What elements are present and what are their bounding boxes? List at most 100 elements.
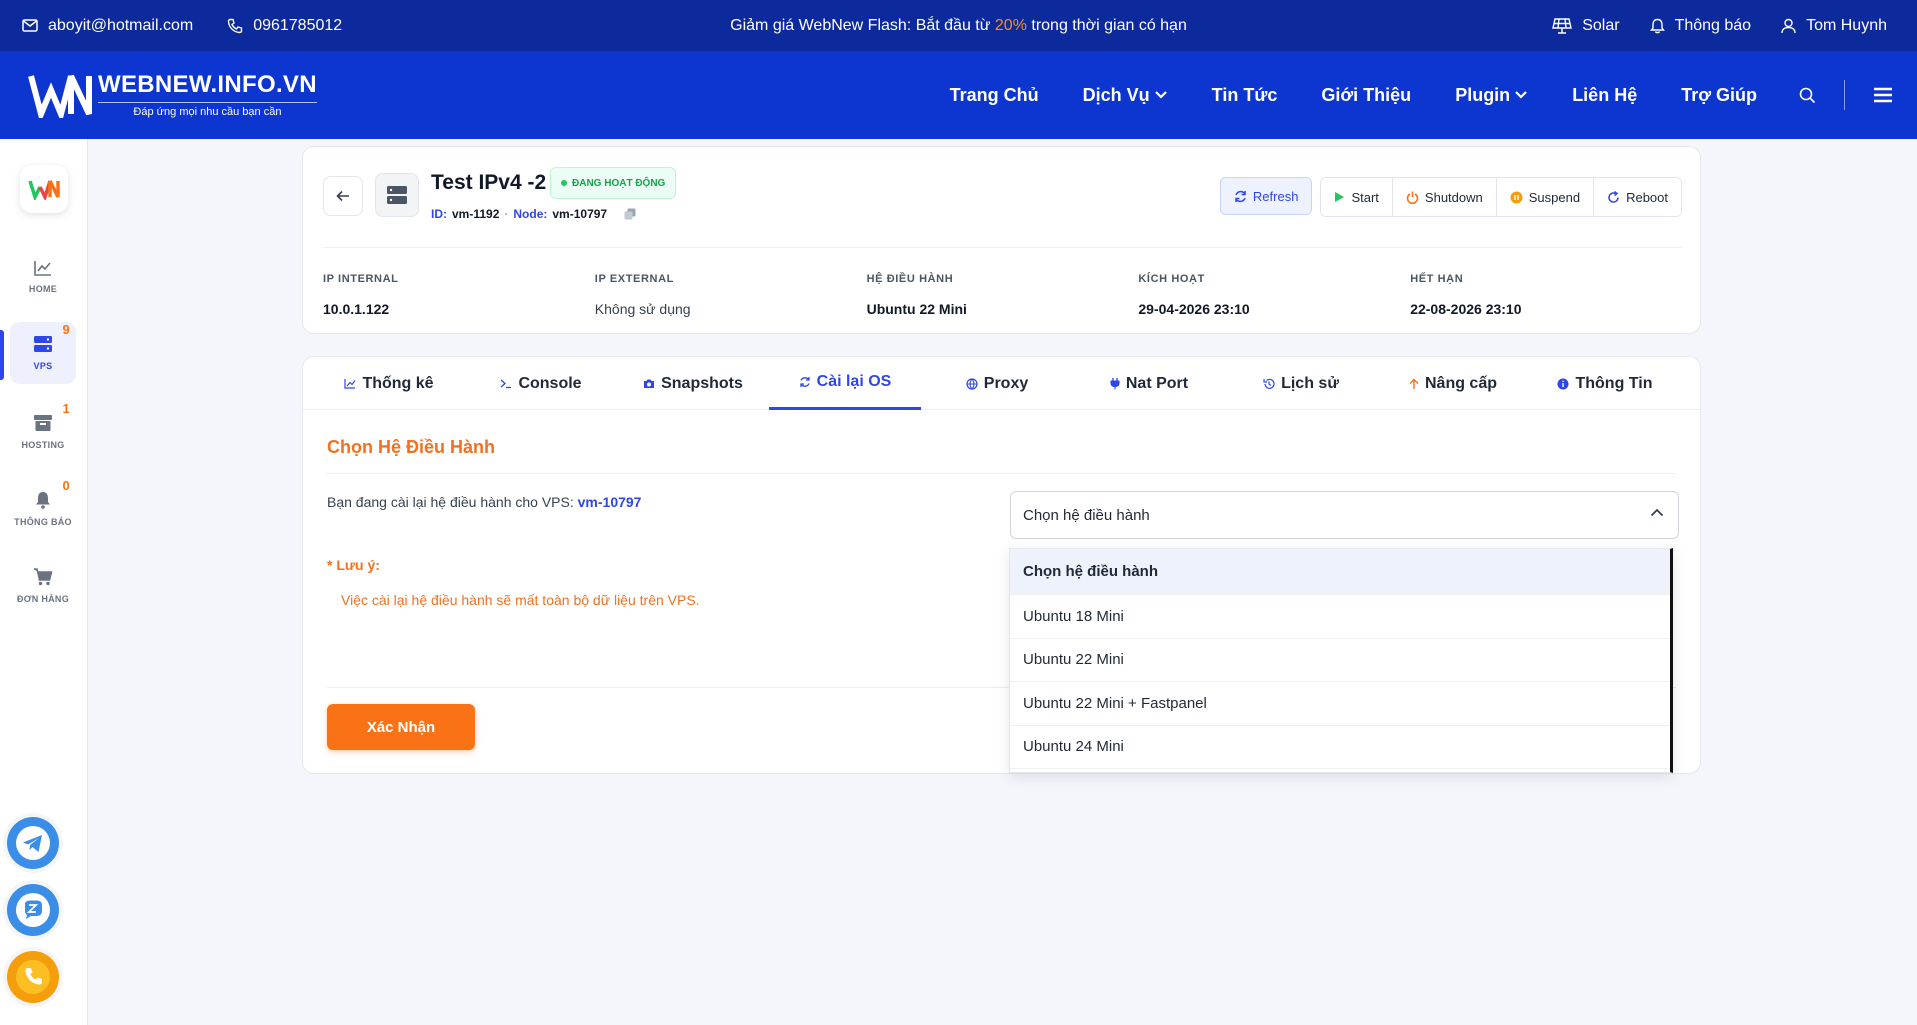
- sidebar-item-home[interactable]: HOME: [10, 246, 76, 308]
- nav-dich-vu[interactable]: Dịch Vụ: [1083, 85, 1168, 106]
- sidebar-label: VPS: [33, 361, 53, 371]
- note-text: Việc cài lại hệ điều hành sẽ mất toàn bộ…: [341, 592, 700, 608]
- back-button[interactable]: [323, 176, 363, 216]
- dropdown-scrollbar[interactable]: [1670, 709, 1673, 773]
- confirm-button[interactable]: Xác Nhận: [327, 704, 475, 750]
- promo-highlight: 20%: [994, 16, 1027, 34]
- power-button-group: Start Shutdown Suspend Reboot: [1320, 177, 1682, 217]
- reinstall-description: Bạn đang cài lại hệ điều hành cho VPS: v…: [327, 494, 641, 510]
- tab-label: Lịch sử: [1281, 374, 1339, 392]
- status-dot: [561, 180, 567, 186]
- node-label: Node:: [513, 207, 548, 221]
- os-option-ubuntu-22-mini[interactable]: Ubuntu 22 Mini: [1010, 639, 1670, 682]
- tab-label: Snapshots: [661, 374, 743, 392]
- sidebar-logo[interactable]: [20, 165, 68, 213]
- nav-trang-chu[interactable]: Trang Chủ: [950, 85, 1039, 106]
- nav-label: Giới Thiệu: [1321, 84, 1412, 105]
- info-label: KÍCH HOẠT: [1138, 273, 1205, 285]
- copy-icon[interactable]: [624, 208, 636, 220]
- start-button[interactable]: Start: [1321, 178, 1393, 216]
- vm-name: Test IPv4 -2: [431, 171, 547, 194]
- reboot-button[interactable]: Reboot: [1594, 178, 1681, 216]
- phone-contact[interactable]: 0961785012: [227, 17, 342, 35]
- pause-circle-icon: [1510, 191, 1523, 203]
- id-label: ID:: [431, 207, 447, 221]
- tab-label: Nâng cấp: [1424, 374, 1497, 392]
- hamburger-menu-icon[interactable]: [1873, 87, 1893, 103]
- notifications-label: Thông báo: [1674, 16, 1752, 34]
- tab-upgrade[interactable]: Nâng cấp: [1377, 357, 1529, 410]
- phone-icon: [227, 18, 243, 33]
- solar-link[interactable]: Solar: [1552, 17, 1620, 35]
- user-icon: [1781, 18, 1796, 33]
- zalo-button[interactable]: [7, 884, 59, 936]
- user-menu[interactable]: Tom Huynh: [1781, 17, 1887, 35]
- os-option-placeholder[interactable]: Chọn hệ điều hành: [1010, 549, 1670, 595]
- os-option-ubuntu-22-mini-fastpanel[interactable]: Ubuntu 22 Mini + Fastpanel: [1010, 682, 1670, 726]
- arrow-up-icon: [1409, 378, 1419, 389]
- vm-meta: ID: vm-1192 · Node: vm-10797: [431, 207, 636, 221]
- nav-lien-he[interactable]: Liên Hệ: [1572, 85, 1637, 106]
- email-contact[interactable]: aboyit@hotmail.com: [22, 17, 193, 35]
- tab-history[interactable]: Lịch sử: [1225, 357, 1377, 410]
- tab-console[interactable]: Console: [465, 357, 617, 410]
- tab-label: Thống kê: [362, 374, 434, 392]
- os-select[interactable]: Chọn hệ điều hành: [1010, 491, 1679, 539]
- tab-information[interactable]: Thông Tin: [1529, 357, 1681, 410]
- camera-icon: [644, 379, 655, 388]
- header-divider: [323, 247, 1682, 248]
- tab-reinstall-os[interactable]: Cài lại OS: [769, 357, 921, 410]
- tab-label: Console: [518, 374, 582, 392]
- info-ip-external: IP EXTERNAL Không sử dụng: [595, 273, 867, 317]
- sync-icon: [799, 377, 810, 387]
- tab-nat-port[interactable]: Nat Port: [1073, 357, 1225, 410]
- power-icon: [1406, 191, 1419, 204]
- info-value: 29-04-2026 23:10: [1138, 301, 1250, 317]
- tab-label: Nat Port: [1125, 374, 1189, 392]
- vm-node: vm-10797: [552, 207, 608, 221]
- tab-label: Proxy: [983, 374, 1029, 392]
- terminal-icon: [501, 379, 512, 389]
- arrow-left-icon: [336, 190, 349, 202]
- refresh-button[interactable]: Refresh: [1219, 177, 1313, 215]
- info-activated: KÍCH HOẠT 29-04-2026 23:10: [1138, 273, 1410, 317]
- phone-text: 0961785012: [253, 16, 343, 34]
- shutdown-label: Shutdown: [1424, 189, 1483, 205]
- sidebar-label: ĐƠN HÀNG: [16, 594, 70, 604]
- nav-label: Trợ Giúp: [1681, 84, 1757, 105]
- section-divider: [327, 473, 1676, 474]
- brand-logo[interactable]: WEBNEW.INFO.VN Đáp ứng mọi nhu cầu bạn c…: [28, 71, 317, 118]
- sidebar-item-notifications[interactable]: 0 THÔNG BÁO: [10, 478, 76, 540]
- reinstall-vps-id: vm-10797: [577, 494, 642, 510]
- sidebar-label: HOSTING: [21, 440, 65, 450]
- refresh-label: Refresh: [1252, 188, 1299, 204]
- nav-gioi-thieu[interactable]: Giới Thiệu: [1321, 85, 1411, 106]
- shutdown-button[interactable]: Shutdown: [1392, 178, 1497, 216]
- nav-label: Trang Chủ: [949, 84, 1039, 105]
- main-menu: Trang Chủ Dịch Vụ Tin Tức Giới Thiệu Plu…: [950, 51, 1757, 139]
- zalo-icon: [16, 893, 50, 927]
- sidebar-item-hosting[interactable]: 1 HOSTING: [10, 401, 76, 463]
- call-button[interactable]: [7, 951, 59, 1003]
- tab-snapshots[interactable]: Snapshots: [617, 357, 769, 410]
- history-icon: [1263, 378, 1275, 389]
- telegram-button[interactable]: [7, 817, 59, 869]
- nav-plugin[interactable]: Plugin: [1455, 85, 1528, 106]
- suspend-button[interactable]: Suspend: [1496, 178, 1595, 216]
- os-option-ubuntu-24-mini[interactable]: Ubuntu 24 Mini: [1010, 726, 1670, 769]
- suspend-label: Suspend: [1528, 189, 1581, 205]
- os-option-ubuntu-18-mini[interactable]: Ubuntu 18 Mini: [1010, 595, 1670, 639]
- notifications-link[interactable]: Thông báo: [1649, 16, 1752, 35]
- nav-tro-giup[interactable]: Trợ Giúp: [1681, 85, 1757, 106]
- tab-label: Thông Tin: [1575, 374, 1653, 392]
- status-text: ĐANG HOẠT ĐỘNG: [572, 177, 666, 189]
- sidebar-item-vps[interactable]: 9 VPS: [10, 322, 76, 384]
- tab-bar: Thống kê Console Snapshots Cài lại OS Pr…: [303, 357, 1700, 410]
- vm-header-card: Test IPv4 -2 ĐANG HOẠT ĐỘNG ID: vm-1192 …: [302, 146, 1701, 334]
- note-label-text: Lưu ý:: [332, 557, 380, 573]
- sidebar-item-orders[interactable]: ĐƠN HÀNG: [10, 555, 76, 617]
- search-icon[interactable]: [1799, 87, 1816, 104]
- tab-statistics[interactable]: Thống kê: [313, 357, 465, 410]
- tab-proxy[interactable]: Proxy: [921, 357, 1073, 410]
- nav-tin-tuc[interactable]: Tin Tức: [1212, 85, 1278, 106]
